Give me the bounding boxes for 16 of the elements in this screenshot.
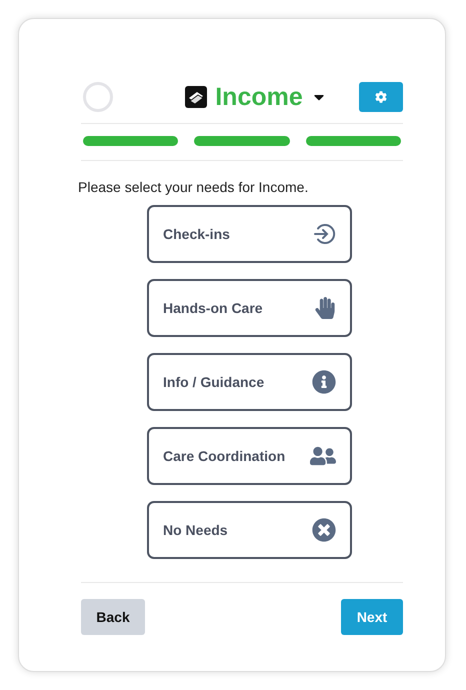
settings-icon [375, 91, 387, 103]
circled-arrow-icon [312, 222, 336, 246]
back-button[interactable]: Back [81, 599, 145, 635]
need-option[interactable]: Info / Guidance [147, 353, 352, 411]
category-title: Income [215, 82, 303, 112]
need-option[interactable]: Hands-on Care [147, 279, 352, 337]
money-icon [185, 86, 208, 108]
hand-icon [314, 297, 336, 319]
status-circle-icon [83, 82, 113, 112]
close-icon [312, 518, 336, 542]
info-icon [312, 370, 336, 394]
prompt-text: Please select your needs for Income. [78, 179, 310, 195]
need-option[interactable]: Check-ins [147, 205, 352, 263]
need-option[interactable]: No Needs [147, 501, 352, 559]
need-option[interactable]: Care Coordination [147, 427, 352, 485]
settings-button[interactable] [359, 82, 403, 112]
